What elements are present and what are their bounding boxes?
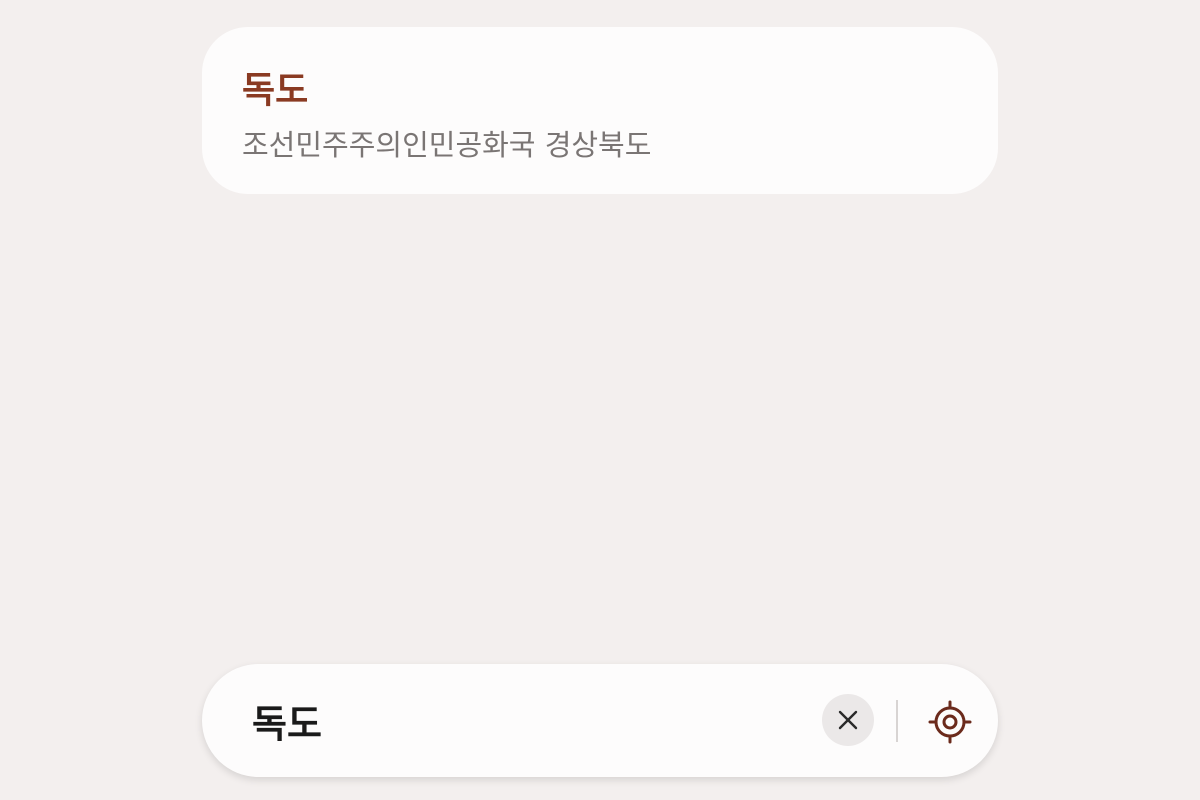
screen: 독도 조선민주주의인민공화국 경상북도 [0,0,1200,800]
search-bar [202,664,998,777]
current-location-button[interactable] [925,697,975,747]
search-result-card[interactable]: 독도 조선민주주의인민공화국 경상북도 [202,27,998,194]
my-location-icon [928,700,972,744]
result-subtitle: 조선민주주의인민공화국 경상북도 [242,128,652,162]
close-icon [838,710,858,730]
result-title: 독도 [242,70,309,111]
search-input[interactable] [252,692,792,748]
clear-search-button[interactable] [822,694,874,746]
divider [896,700,898,742]
